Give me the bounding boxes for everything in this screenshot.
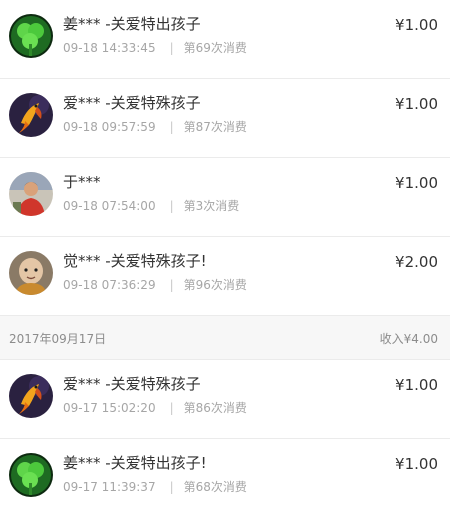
transaction-list: 姜*** -关爱特出孩子 09-18 14:33:45 | 第69次消费 ¥1.00… [0, 0, 450, 518]
transaction-time: 09-18 07:36:29 [63, 278, 156, 292]
donor-name: 爱*** -关爱特殊孩子 [63, 94, 201, 112]
transaction-amount: ¥1.00 [395, 455, 438, 473]
donor-name: 觉*** -关爱特殊孩子! [63, 252, 207, 270]
transaction-amount: ¥1.00 [395, 16, 438, 34]
donor-name: 于*** [63, 173, 101, 191]
donor-name: 姜*** -关爱特出孩子! [63, 454, 207, 472]
transaction-time: 09-17 15:02:20 [63, 401, 156, 415]
transaction-row[interactable]: 觉*** -关爱特殊孩子! 09-18 07:36:29 | 第96次消费 ¥2.0… [0, 237, 450, 316]
transaction-meta: 09-18 07:36:29 | 第96次消费 [63, 277, 247, 293]
day-date: 2017年09月17日 [9, 332, 107, 346]
transaction-meta: 09-18 07:54:00 | 第3次消费 [63, 198, 239, 214]
green-clover-icon [9, 453, 53, 497]
transaction-amount: ¥1.00 [395, 174, 438, 192]
meta-separator: | [169, 199, 174, 213]
transaction-meta: 09-17 11:39:37 | 第68次消费 [63, 479, 247, 495]
transaction-row[interactable]: 姜*** -关爱特出孩子 09-18 14:33:45 | 第69次消费 ¥1.00 [0, 0, 450, 79]
meta-separator: | [169, 120, 174, 134]
transaction-time: 09-18 07:54:00 [63, 199, 156, 213]
donor-name: 姜*** -关爱特出孩子 [63, 15, 201, 33]
purchase-count: 第69次消费 [183, 41, 247, 55]
transaction-time: 09-17 11:39:37 [63, 480, 156, 494]
transaction-meta: 09-18 09:57:59 | 第87次消费 [63, 119, 247, 135]
green-clover-icon [9, 14, 53, 58]
transaction-meta: 09-18 14:33:45 | 第69次消费 [63, 40, 247, 56]
transaction-amount: ¥1.00 [395, 376, 438, 394]
transaction-row[interactable]: 姜*** -关爱特出孩子! 09-17 11:39:37 | 第68次消费 ¥1.0… [0, 439, 450, 518]
purchase-count: 第68次消费 [183, 480, 247, 494]
monk-face-icon [9, 251, 53, 295]
goldfish-icon [9, 374, 53, 418]
person-photo-icon [9, 172, 53, 216]
transaction-meta: 09-17 15:02:20 | 第86次消费 [63, 400, 247, 416]
meta-separator: | [169, 41, 174, 55]
meta-separator: | [169, 480, 174, 494]
purchase-count: 第86次消费 [183, 401, 247, 415]
purchase-count: 第87次消费 [183, 120, 247, 134]
purchase-count: 第3次消费 [183, 199, 240, 213]
transaction-amount: ¥2.00 [395, 253, 438, 271]
transaction-amount: ¥1.00 [395, 95, 438, 113]
meta-separator: | [169, 401, 174, 415]
purchase-count: 第96次消费 [183, 278, 247, 292]
transaction-row[interactable]: 于*** 09-18 07:54:00 | 第3次消费 ¥1.00 [0, 158, 450, 237]
donor-name: 爱*** -关爱特殊孩子 [63, 375, 201, 393]
transaction-time: 09-18 14:33:45 [63, 41, 156, 55]
transaction-time: 09-18 09:57:59 [63, 120, 156, 134]
transaction-row[interactable]: 爱*** -关爱特殊孩子 09-18 09:57:59 | 第87次消费 ¥1.00 [0, 79, 450, 158]
transaction-row[interactable]: 爱*** -关爱特殊孩子 09-17 15:02:20 | 第86次消费 ¥1.00 [0, 360, 450, 439]
day-group-header: 2017年09月17日 收入¥4.00 [0, 316, 450, 360]
goldfish-icon [9, 93, 53, 137]
meta-separator: | [169, 278, 174, 292]
day-income: 收入¥4.00 [379, 332, 438, 346]
